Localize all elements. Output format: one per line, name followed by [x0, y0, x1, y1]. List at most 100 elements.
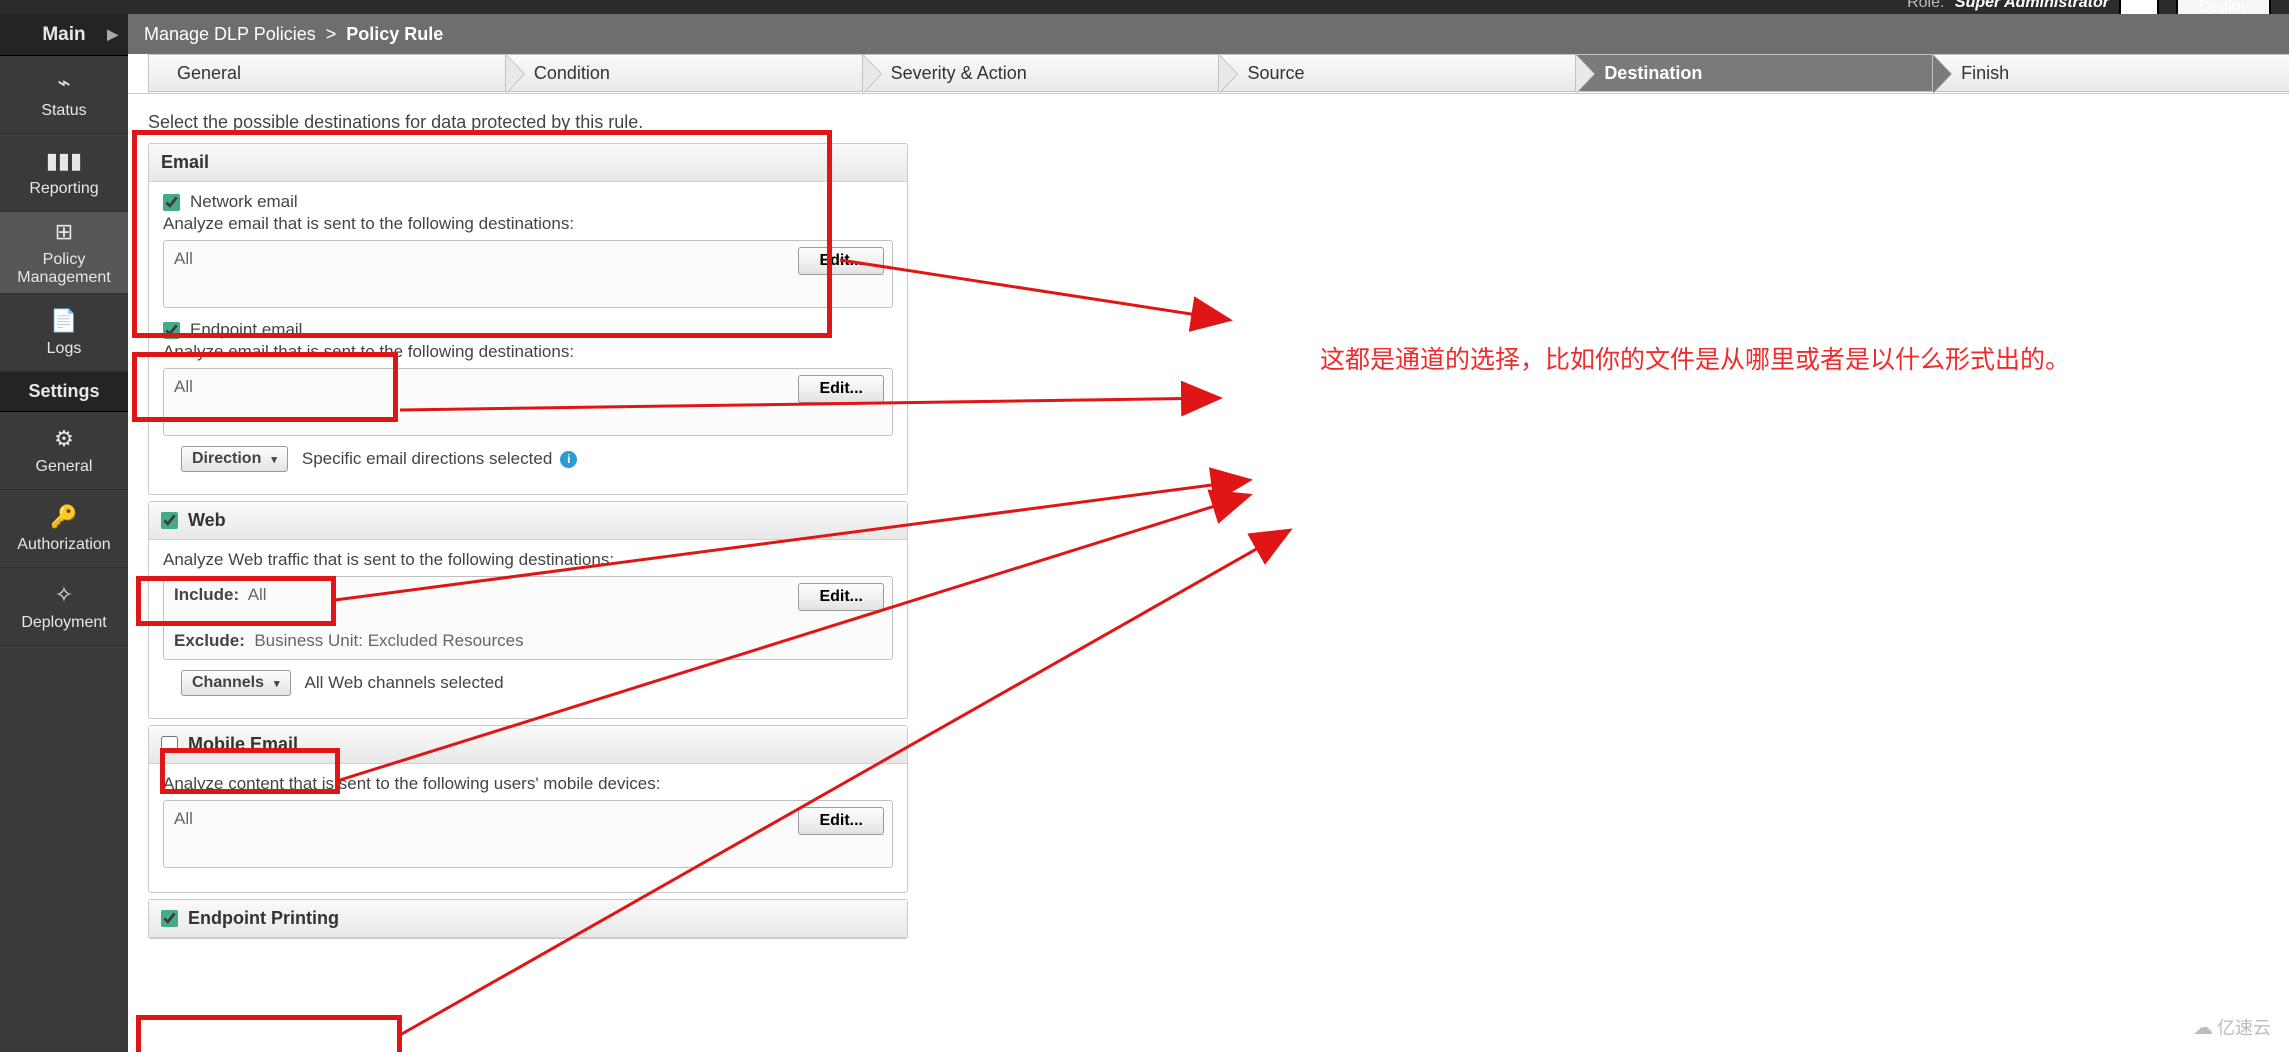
policy-icon: ⊞ — [55, 219, 73, 245]
sidebar-header-main[interactable]: Main ▶ — [0, 14, 128, 56]
nav-label: Logs — [47, 340, 82, 358]
role-value: Super Administrator — [1955, 0, 2109, 11]
breadcrumb-current: Policy Rule — [346, 24, 443, 45]
include-value: All — [248, 585, 267, 604]
nav-label: General — [36, 458, 93, 476]
wizard-step-source[interactable]: Source — [1218, 54, 1576, 92]
endpoint-email-desc: Analyze email that is sent to the follow… — [163, 342, 893, 362]
checkbox-endpoint-printing[interactable] — [161, 910, 178, 927]
role-label: Role: — [1907, 0, 1944, 11]
caret-down-icon: ▾ — [271, 453, 277, 466]
nav-label: Reporting — [29, 180, 98, 198]
wizard-steps: General Condition Severity & Action Sour… — [128, 54, 2289, 94]
nav-authorization[interactable]: 🔑 Authorization — [0, 490, 128, 568]
nav-label: Status — [41, 102, 86, 120]
nav-reporting[interactable]: ▮▮▮ Reporting — [0, 134, 128, 212]
checkbox-mobile-email[interactable] — [161, 736, 178, 753]
nav-label: Policy Management — [0, 251, 128, 286]
wizard-label: Severity & Action — [891, 63, 1027, 84]
network-email-label: Network email — [190, 192, 298, 212]
panel-email: Email Network email Analyze email that i… — [148, 143, 908, 495]
role-indicator: Role: Super Administrator — [1907, 0, 2109, 12]
nav-logs[interactable]: 📄 Logs — [0, 294, 128, 372]
gear-icon: ⚙ — [54, 426, 74, 452]
channels-text: All Web channels selected — [305, 673, 504, 693]
exclude-label: Exclude: — [174, 631, 245, 650]
mobile-value: All — [174, 809, 193, 829]
include-label: Include: — [174, 585, 239, 604]
network-email-value: All — [174, 249, 193, 269]
cloud-icon: ☁ — [2193, 1015, 2213, 1040]
direction-text: Specific email directions selected — [302, 449, 552, 469]
channels-label: Channels — [192, 674, 264, 692]
sidebar-main-label: Main — [42, 24, 85, 46]
web-desc: Analyze Web traffic that is sent to the … — [163, 550, 893, 570]
network-email-destinations: All Edit... — [163, 240, 893, 308]
bar-chart-icon: ▮▮▮ — [46, 148, 82, 174]
caret-down-icon: ▾ — [274, 677, 280, 690]
sidebar-header-settings[interactable]: Settings — [0, 372, 128, 412]
channels-dropdown[interactable]: Channels ▾ — [181, 670, 291, 696]
sidebar-settings-label: Settings — [28, 381, 99, 402]
breadcrumb-sep: > — [326, 24, 337, 45]
panel-mobile-title: Mobile Email — [188, 734, 298, 755]
panel-endpoint-printing-header: Endpoint Printing — [149, 900, 907, 938]
endpoint-email-destinations: All Edit... — [163, 368, 893, 436]
edit-network-email-button[interactable]: Edit... — [798, 247, 884, 275]
panel-endpoint-printing-title: Endpoint Printing — [188, 908, 339, 929]
pulse-icon: ⌁ — [57, 70, 70, 96]
annotation-text: 这都是通道的选择，比如你的文件是从哪里或者是以什么形式出的。 — [1320, 340, 2070, 376]
checkbox-endpoint-email[interactable] — [163, 322, 180, 339]
wizard-step-destination[interactable]: Destination — [1575, 54, 1933, 92]
edit-mobile-button[interactable]: Edit... — [798, 807, 884, 835]
endpoint-email-value: All — [174, 377, 193, 397]
network-email-desc: Analyze email that is sent to the follow… — [163, 214, 893, 234]
endpoint-email-label: Endpoint email — [190, 320, 302, 340]
direction-dropdown[interactable]: Direction ▾ — [181, 446, 288, 472]
breadcrumb-parent[interactable]: Manage DLP Policies — [144, 24, 316, 45]
nav-status[interactable]: ⌁ Status — [0, 56, 128, 134]
wizard-label: Finish — [1961, 63, 2009, 84]
intro-text: Select the possible destinations for dat… — [148, 112, 928, 133]
panel-web-header: Web — [149, 502, 907, 540]
main-content: Select the possible destinations for dat… — [128, 94, 928, 1052]
panel-endpoint-printing: Endpoint Printing — [148, 899, 908, 939]
logs-icon: 📄 — [50, 308, 77, 334]
wizard-step-severity[interactable]: Severity & Action — [862, 54, 1220, 92]
panel-mobile-header: Mobile Email — [149, 726, 907, 764]
panel-web: Web Analyze Web traffic that is sent to … — [148, 501, 908, 719]
info-icon[interactable]: i — [560, 451, 577, 468]
exclude-value: Business Unit: Excluded Resources — [254, 631, 523, 650]
mobile-desc: Analyze content that is sent to the foll… — [163, 774, 893, 794]
wizard-label: Destination — [1604, 63, 1702, 84]
nav-policy-management[interactable]: ⊞ Policy Management — [0, 212, 128, 294]
panel-email-header: Email — [149, 144, 907, 182]
panel-email-title: Email — [161, 152, 209, 173]
panel-mobile-email: Mobile Email Analyze content that is sen… — [148, 725, 908, 893]
nav-general[interactable]: ⚙ General — [0, 412, 128, 490]
mobile-destinations: All Edit... — [163, 800, 893, 868]
watermark-text: 亿速云 — [2217, 1014, 2271, 1040]
panel-email-body: Network email Analyze email that is sent… — [149, 182, 907, 494]
web-destinations: Include: All Exclude: Business Unit: Exc… — [163, 576, 893, 660]
wizard-step-condition[interactable]: Condition — [505, 54, 863, 92]
edit-endpoint-email-button[interactable]: Edit... — [798, 375, 884, 403]
direction-label: Direction — [192, 450, 261, 468]
wizard-label: Condition — [534, 63, 610, 84]
panel-web-title: Web — [188, 510, 226, 531]
nav-label: Deployment — [21, 614, 106, 632]
wizard-step-finish[interactable]: Finish — [1932, 54, 2289, 92]
nav-deployment[interactable]: ✧ Deployment — [0, 568, 128, 646]
watermark: ☁ 亿速云 — [2193, 1014, 2271, 1040]
wizard-step-general[interactable]: General — [148, 54, 506, 92]
checkbox-web[interactable] — [161, 512, 178, 529]
top-bar: Role: Super Administrator ⚙ Deploy — [0, 0, 2289, 14]
checkbox-network-email[interactable] — [163, 194, 180, 211]
panel-mobile-body: Analyze content that is sent to the foll… — [149, 764, 907, 892]
edit-web-button[interactable]: Edit... — [798, 583, 884, 611]
wizard-label: Source — [1247, 63, 1304, 84]
chevron-right-icon: ▶ — [107, 26, 118, 43]
sidebar: Main ▶ ⌁ Status ▮▮▮ Reporting ⊞ Policy M… — [0, 14, 128, 1052]
wizard-label: General — [177, 63, 241, 84]
breadcrumb: Manage DLP Policies > Policy Rule — [128, 14, 2289, 54]
